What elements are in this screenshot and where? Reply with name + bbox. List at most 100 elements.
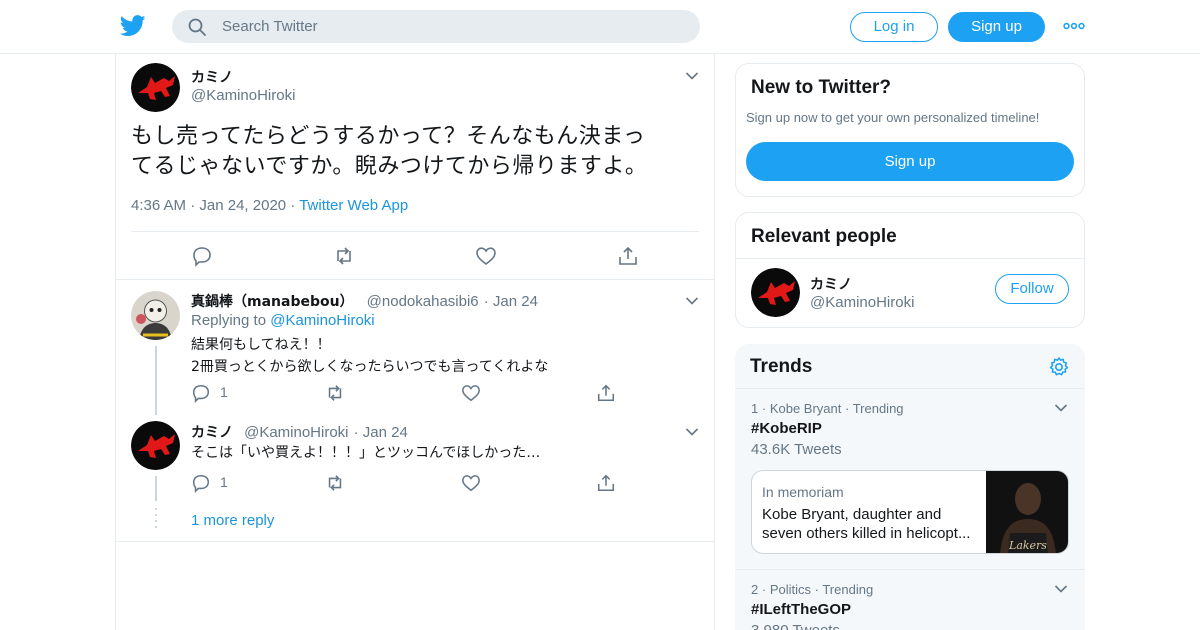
follow-button[interactable]: Follow bbox=[995, 274, 1069, 304]
reply-date[interactable]: Jan 24 bbox=[363, 424, 408, 441]
trend-context: 1 · Kobe Bryant · Trending bbox=[751, 401, 904, 416]
display-name[interactable]: カミノ bbox=[191, 425, 233, 441]
display-name[interactable]: 真鍋棒（manabebou） bbox=[191, 294, 354, 310]
kamino-avatar-icon bbox=[751, 268, 800, 317]
tweet-source-link[interactable]: Twitter Web App bbox=[299, 197, 408, 214]
svg-text:Lakers: Lakers bbox=[1008, 539, 1047, 552]
user-handle[interactable]: @KaminoHiroki bbox=[244, 424, 348, 441]
reply-count: 1 bbox=[220, 384, 228, 400]
reply-icon[interactable] bbox=[191, 245, 213, 267]
share-icon[interactable] bbox=[596, 473, 616, 493]
share-icon[interactable] bbox=[596, 383, 616, 403]
reply-text-line: 結果何もしてねえ！！ bbox=[191, 337, 331, 353]
trend-tweet-count: 43.6K Tweets bbox=[751, 441, 842, 458]
trend-tweet-count: 3,980 Tweets bbox=[751, 622, 840, 630]
reply-header: カミノ @KaminoHiroki · Jan 24 bbox=[191, 422, 408, 442]
divider bbox=[736, 258, 1084, 259]
tweet-text-line: もし売ってたらどうするかって？そんなもん決まっ bbox=[131, 124, 646, 149]
separator-dot: · bbox=[290, 197, 300, 214]
tweet-text: もし売ってたらどうするかって？そんなもん決まっ てるじゃないですか。睨みつけてか… bbox=[131, 122, 701, 182]
chevron-down-icon[interactable] bbox=[685, 296, 699, 306]
tweet-time[interactable]: 4:36 AM bbox=[131, 197, 186, 214]
divider bbox=[116, 541, 714, 542]
trend-status: Trending bbox=[852, 401, 904, 416]
divider bbox=[116, 279, 714, 280]
kamino-avatar-icon bbox=[131, 421, 180, 470]
search-icon bbox=[188, 18, 206, 36]
chevron-down-icon[interactable] bbox=[1054, 584, 1068, 594]
trend-context: 2 · Politics · Trending bbox=[751, 582, 873, 597]
thread-connector-line bbox=[155, 476, 157, 501]
reply-date[interactable]: Jan 24 bbox=[493, 293, 538, 310]
news-card-headline-line: Kobe Bryant, daughter and bbox=[762, 506, 942, 523]
divider bbox=[735, 569, 1085, 570]
replying-to-prefix: Replying to bbox=[191, 312, 267, 329]
card-subtitle: Sign up now to get your own personalized… bbox=[746, 110, 1040, 125]
trends-card: Trends 1 · Kobe Bryant · Trending #KobeR… bbox=[735, 344, 1085, 630]
card-title: Trends bbox=[750, 356, 813, 377]
tweet-timestamp: 4:36 AM · Jan 24, 2020 · Twitter Web App bbox=[131, 197, 408, 214]
thread-connector-line bbox=[155, 346, 157, 415]
chevron-down-icon[interactable] bbox=[685, 71, 699, 81]
reply-text: 結果何もしてねえ！！ 2冊買っとくから欲しくなったらいつでも言ってくれよな bbox=[191, 334, 548, 378]
chevron-down-icon[interactable] bbox=[1054, 403, 1068, 413]
main-timeline-column: カミノ @KaminoHiroki もし売ってたらどうするかって？そんなもん決ま… bbox=[115, 54, 715, 630]
tweet-date[interactable]: Jan 24, 2020 bbox=[199, 197, 286, 214]
user-handle[interactable]: @KaminoHiroki bbox=[810, 294, 914, 311]
thread-dotted-line bbox=[155, 508, 157, 532]
news-card-label: In memoriam bbox=[762, 484, 844, 500]
reply-icon[interactable] bbox=[191, 383, 211, 403]
trend-category: Kobe Bryant bbox=[769, 401, 842, 416]
top-navigation-bar: Log in Sign up bbox=[0, 0, 1200, 54]
card-title: New to Twitter? bbox=[751, 77, 892, 98]
search-input[interactable] bbox=[222, 10, 682, 43]
separator-dot: · bbox=[761, 401, 770, 416]
separator-dot: · bbox=[190, 197, 200, 214]
new-to-twitter-card: New to Twitter? Sign up now to get your … bbox=[735, 63, 1085, 197]
more-replies-link[interactable]: 1 more reply bbox=[191, 512, 274, 529]
manabebou-avatar-icon bbox=[131, 291, 180, 340]
retweet-icon[interactable] bbox=[325, 473, 345, 493]
avatar[interactable] bbox=[751, 268, 800, 317]
user-handle[interactable]: @nodokahasibi6 bbox=[367, 293, 479, 310]
divider bbox=[735, 388, 1085, 389]
separator-dot: · bbox=[353, 424, 363, 441]
trend-status: Trending bbox=[822, 582, 874, 597]
trend-name[interactable]: #KobeRIP bbox=[751, 420, 822, 437]
reply-header: 真鍋棒（manabebou） @nodokahasibi6 · Jan 24 bbox=[191, 291, 538, 311]
avatar[interactable] bbox=[131, 291, 180, 340]
settings-gear-icon[interactable] bbox=[1048, 356, 1070, 378]
separator-dot: · bbox=[483, 293, 493, 310]
separator-dot: · bbox=[844, 401, 853, 416]
trend-rank: 1 bbox=[751, 401, 759, 416]
relevant-people-card: Relevant people カミノ @KaminoHiroki Follow bbox=[735, 212, 1085, 328]
display-name[interactable]: カミノ bbox=[191, 67, 233, 87]
kamino-avatar-icon bbox=[131, 63, 180, 112]
user-handle[interactable]: @KaminoHiroki bbox=[191, 87, 295, 104]
twitter-bird-icon[interactable] bbox=[120, 14, 146, 38]
tweet-text-line: てるじゃないですか。睨みつけてから帰りますよ。 bbox=[131, 154, 648, 179]
sign-up-button[interactable]: Sign up bbox=[948, 12, 1045, 42]
more-dots-icon[interactable] bbox=[1063, 18, 1085, 34]
avatar[interactable] bbox=[131, 63, 180, 112]
news-card[interactable]: In memoriam Kobe Bryant, daughter and se… bbox=[751, 470, 1069, 554]
replying-to: Replying to @KaminoHiroki bbox=[191, 312, 375, 329]
like-icon[interactable] bbox=[461, 473, 481, 493]
chevron-down-icon[interactable] bbox=[685, 427, 699, 437]
like-icon[interactable] bbox=[461, 383, 481, 403]
replying-to-link[interactable]: @KaminoHiroki bbox=[270, 312, 374, 329]
sign-up-button[interactable]: Sign up bbox=[746, 142, 1074, 181]
reply-icon[interactable] bbox=[191, 473, 211, 493]
avatar[interactable] bbox=[131, 421, 180, 470]
trend-category: Politics bbox=[769, 582, 811, 597]
display-name[interactable]: カミノ bbox=[810, 274, 852, 294]
reply-text-line: 2冊買っとくから欲しくなったらいつでも言ってくれよな bbox=[191, 359, 549, 375]
log-in-button[interactable]: Log in bbox=[850, 12, 938, 42]
news-thumbnail-image: Lakers bbox=[986, 471, 1068, 553]
trend-name[interactable]: #ILeftTheGOP bbox=[751, 601, 851, 618]
divider bbox=[131, 231, 699, 232]
retweet-icon[interactable] bbox=[325, 383, 345, 403]
retweet-icon[interactable] bbox=[333, 245, 355, 267]
like-icon[interactable] bbox=[475, 245, 497, 267]
share-icon[interactable] bbox=[617, 245, 639, 267]
